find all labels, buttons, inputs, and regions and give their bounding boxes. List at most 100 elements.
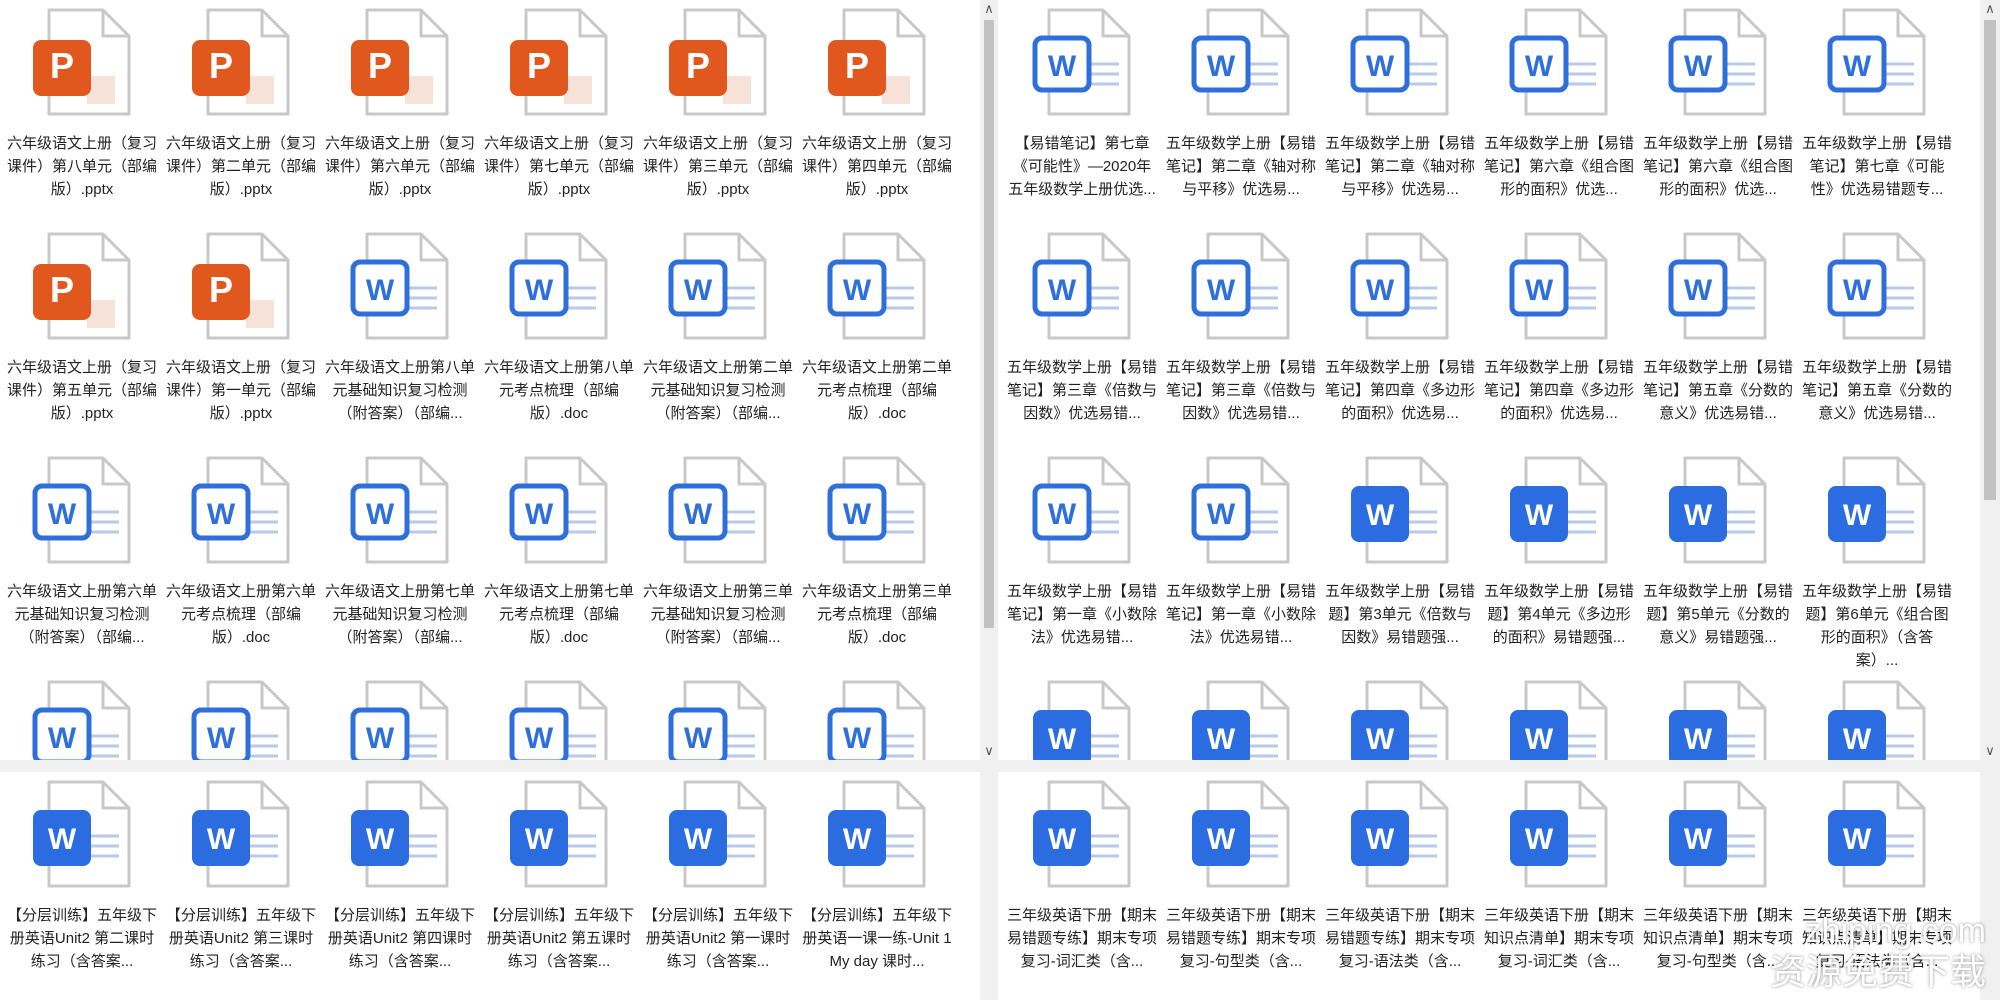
file-item[interactable]: W 六年级语文上册第六单元考点梳理（部编版）.doc	[166, 448, 316, 662]
word-file-icon: W	[1504, 454, 1614, 566]
file-item[interactable]: W	[802, 672, 952, 760]
file-item[interactable]: W	[643, 672, 793, 760]
word-file-icon: W	[663, 454, 773, 566]
file-item[interactable]: W 六年级语文上册第七单元基础知识复习检测（附答案）（部编...	[325, 448, 475, 662]
scrollbar-thumb[interactable]	[1984, 20, 1996, 500]
file-item[interactable]: W	[1484, 672, 1634, 760]
file-item[interactable]: W	[7, 672, 157, 760]
file-item[interactable]: W 五年级数学上册【易错笔记】第四章《多边形的面积》优选易...	[1484, 224, 1634, 438]
file-item[interactable]: W 五年级数学上册【易错笔记】第三章《倍数与因数》优选易错...	[1166, 224, 1316, 438]
file-item[interactable]: P 六年级语文上册（复习课件）第一单元（部编版）.pptx	[166, 224, 316, 438]
scrollbar-thumb[interactable]	[984, 20, 994, 628]
file-item[interactable]: W 六年级语文上册第二单元考点梳理（部编版）.doc	[802, 224, 952, 438]
file-item[interactable]: W	[484, 672, 634, 760]
file-item[interactable]: W 【分层训练】五年级下册英语一课一练-Unit 1 My day 课时...	[802, 772, 952, 986]
file-item[interactable]: W 六年级语文上册第七单元考点梳理（部编版）.doc	[484, 448, 634, 662]
file-item[interactable]: W 五年级数学上册【易错笔记】第六章《组合图形的面积》优选...	[1484, 0, 1634, 214]
file-name-label: 五年级数学上册【易错笔记】第五章《分数的意义》优选易错...	[1802, 359, 1952, 422]
word-file-icon: W	[1663, 778, 1773, 890]
file-item[interactable]: W 【分层训练】五年级下册英语Unit2 第三课时练习（含答案...	[166, 772, 316, 986]
file-item[interactable]: W 三年级英语下册【期末易错题专练】期末专项复习-句型类（含...	[1166, 772, 1316, 986]
svg-text:W: W	[1684, 823, 1713, 856]
file-item[interactable]: W 三年级英语下册【期末知识点清单】期末专项复习-词汇类（含...	[1484, 772, 1634, 986]
word-file-icon: W	[1027, 678, 1137, 760]
file-name-label: 【分层训练】五年级下册英语Unit2 第二课时练习（含答案...	[7, 907, 157, 970]
file-item[interactable]: W 三年级英语下册【期末易错题专练】期末专项复习-词汇类（含...	[1007, 772, 1157, 986]
word-file-icon: W	[27, 678, 137, 760]
svg-text:W: W	[1366, 823, 1395, 856]
word-file-icon: W	[345, 454, 455, 566]
word-file-icon: W	[345, 230, 455, 342]
file-item[interactable]: W	[1802, 672, 1952, 760]
file-item[interactable]: W	[166, 672, 316, 760]
svg-text:W: W	[48, 722, 77, 755]
bottom-left-scrollbar[interactable]	[980, 772, 998, 1000]
file-item[interactable]: W 五年级数学上册【易错题】第6单元《组合图形的面积》（含答案）...	[1802, 448, 1952, 669]
file-item[interactable]: W 五年级数学上册【易错题】第5单元《分数的意义》易错题强...	[1643, 448, 1793, 662]
file-item[interactable]: W 六年级语文上册第八单元考点梳理（部编版）.doc	[484, 224, 634, 438]
word-file-icon: W	[1186, 454, 1296, 566]
file-item[interactable]: W 六年级语文上册第三单元基础知识复习检测（附答案）（部编...	[643, 448, 793, 662]
scroll-down-arrow[interactable]: ∨	[1980, 742, 2000, 760]
file-name-label: 五年级数学上册【易错题】第6单元《组合图形的面积》（含答案）...	[1802, 583, 1952, 669]
file-item[interactable]: W 六年级语文上册第二单元基础知识复习检测（附答案）（部编...	[643, 224, 793, 438]
file-item[interactable]: P 六年级语文上册（复习课件）第七单元（部编版）.pptx	[484, 0, 634, 214]
file-item[interactable]: P 六年级语文上册（复习课件）第三单元（部编版）.pptx	[643, 0, 793, 214]
file-item[interactable]: W 六年级语文上册第六单元基础知识复习检测（附答案）（部编...	[7, 448, 157, 662]
file-item[interactable]: P 六年级语文上册（复习课件）第六单元（部编版）.pptx	[325, 0, 475, 214]
file-item[interactable]: W 【分层训练】五年级下册英语Unit2 第二课时练习（含答案...	[7, 772, 157, 986]
svg-text:W: W	[48, 498, 77, 531]
svg-text:W: W	[1684, 723, 1713, 756]
file-item[interactable]: W	[325, 672, 475, 760]
svg-text:W: W	[1366, 723, 1395, 756]
file-item[interactable]: W 五年级数学上册【易错题】第4单元《多边形的面积》易错题强...	[1484, 448, 1634, 662]
svg-text:W: W	[1843, 823, 1872, 856]
file-name-label: 六年级语文上册第七单元基础知识复习检测（附答案）（部编...	[325, 583, 475, 646]
file-item[interactable]: W 六年级语文上册第三单元考点梳理（部编版）.doc	[802, 448, 952, 662]
file-item[interactable]: P 六年级语文上册（复习课件）第四单元（部编版）.pptx	[802, 0, 952, 214]
svg-text:W: W	[1048, 274, 1077, 307]
file-item[interactable]: P 六年级语文上册（复习课件）第二单元（部编版）.pptx	[166, 0, 316, 214]
file-item[interactable]: W 六年级语文上册第八单元基础知识复习检测（附答案）（部编...	[325, 224, 475, 438]
svg-text:W: W	[843, 274, 872, 307]
right-pane-scrollbar[interactable]: ∧ ∨	[1980, 0, 2000, 760]
file-item[interactable]: W 五年级数学上册【易错笔记】第五章《分数的意义》优选易错...	[1802, 224, 1952, 438]
file-item[interactable]: W 【分层训练】五年级下册英语Unit2 第一课时练习（含答案...	[643, 772, 793, 986]
file-item[interactable]: W 五年级数学上册【易错笔记】第三章《倍数与因数》优选易错...	[1007, 224, 1157, 438]
scroll-up-arrow[interactable]: ∧	[980, 0, 998, 18]
file-item[interactable]: P 六年级语文上册（复习课件）第八单元（部编版）.pptx	[7, 0, 157, 214]
file-name-label: 五年级数学上册【易错笔记】第一章《小数除法》优选易错...	[1166, 583, 1316, 646]
word-file-icon: W	[1027, 454, 1137, 566]
file-name-label: 六年级语文上册第二单元考点梳理（部编版）.doc	[802, 359, 952, 422]
left-pane-scrollbar[interactable]: ∧ ∨	[980, 0, 998, 760]
scroll-down-arrow[interactable]: ∨	[980, 742, 998, 760]
file-item[interactable]: W	[1643, 672, 1793, 760]
file-item[interactable]: W 【易错笔记】第七章《可能性》—2020年五年级数学上册优选...	[1007, 0, 1157, 214]
scroll-up-arrow[interactable]: ∧	[1980, 0, 2000, 18]
file-item[interactable]: W 五年级数学上册【易错题】第3单元《倍数与因数》易错题强...	[1325, 448, 1475, 662]
file-item[interactable]: W 五年级数学上册【易错笔记】第六章《组合图形的面积》优选...	[1643, 0, 1793, 214]
file-item[interactable]: W	[1007, 672, 1157, 760]
word-file-icon: W	[1822, 678, 1932, 760]
file-item[interactable]: W 【分层训练】五年级下册英语Unit2 第五课时练习（含答案...	[484, 772, 634, 986]
file-item[interactable]: W 五年级数学上册【易错笔记】第一章《小数除法》优选易错...	[1007, 448, 1157, 662]
svg-text:P: P	[368, 45, 392, 86]
right-pane: W 【易错笔记】第七章《可能性》—2020年五年级数学上册优选... W 五年级数学上…	[1000, 0, 1980, 760]
file-item[interactable]: P 六年级语文上册（复习课件）第五单元（部编版）.pptx	[7, 224, 157, 438]
svg-text:W: W	[684, 274, 713, 307]
word-file-icon: W	[186, 778, 296, 890]
file-item[interactable]: W 五年级数学上册【易错笔记】第四章《多边形的面积》优选易...	[1325, 224, 1475, 438]
file-item[interactable]: W	[1325, 672, 1475, 760]
file-item[interactable]: W 五年级数学上册【易错笔记】第二章《轴对称与平移》优选易...	[1325, 0, 1475, 214]
file-item[interactable]: W 五年级数学上册【易错笔记】第一章《小数除法》优选易错...	[1166, 448, 1316, 662]
file-name-label: 六年级语文上册（复习课件）第七单元（部编版）.pptx	[484, 135, 634, 198]
file-item[interactable]: W 五年级数学上册【易错笔记】第二章《轴对称与平移》优选易...	[1166, 0, 1316, 214]
file-name-label: 六年级语文上册（复习课件）第六单元（部编版）.pptx	[325, 135, 475, 198]
file-item[interactable]: W 三年级英语下册【期末易错题专练】期末专项复习-语法类（含...	[1325, 772, 1475, 986]
powerpoint-file-icon: P	[504, 6, 614, 118]
svg-text:W: W	[1843, 499, 1872, 532]
file-item[interactable]: W 五年级数学上册【易错笔记】第七章《可能性》优选易错题专...	[1802, 0, 1952, 214]
file-item[interactable]: W	[1166, 672, 1316, 760]
file-item[interactable]: W 五年级数学上册【易错笔记】第五章《分数的意义》优选易错...	[1643, 224, 1793, 438]
file-item[interactable]: W 【分层训练】五年级下册英语Unit2 第四课时练习（含答案...	[325, 772, 475, 986]
